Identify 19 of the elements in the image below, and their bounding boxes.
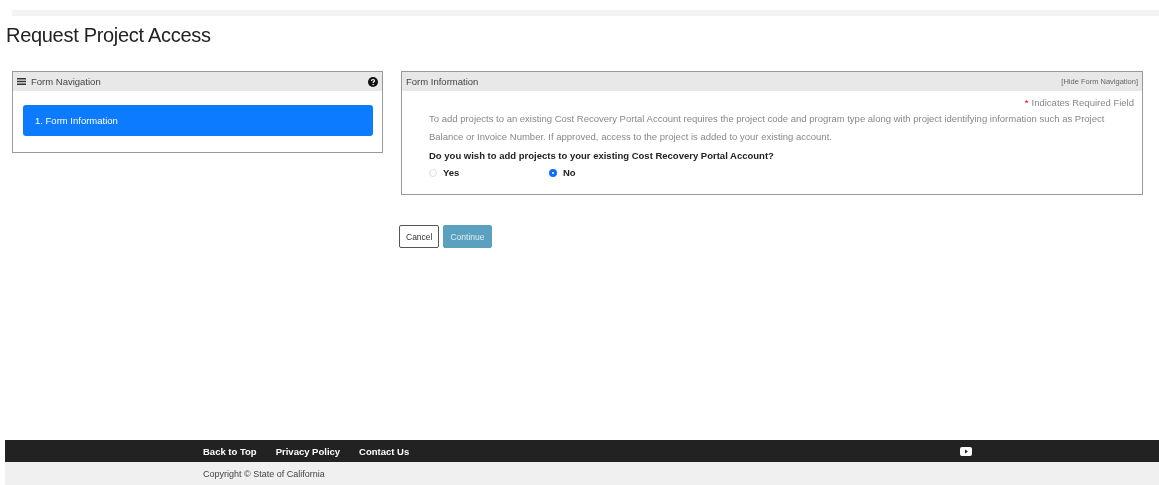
panel-title: Form Navigation — [31, 76, 102, 87]
youtube-icon[interactable] — [960, 446, 973, 456]
cancel-button[interactable]: Cancel — [399, 225, 440, 248]
required-marker: * — [1024, 97, 1029, 108]
required-note: Indicates Required Field — [1031, 97, 1134, 108]
panel-title: Form Information — [406, 76, 480, 87]
radio-button[interactable] — [549, 168, 557, 177]
footer-link[interactable]: Privacy Policy — [275, 445, 341, 457]
footer-link[interactable]: Contact Us — [359, 445, 410, 457]
copyright-text: Copyright © State of California — [203, 468, 325, 479]
nav-item[interactable]: 1. Form Information — [23, 105, 373, 136]
description-text: To add projects to an existing Cost Recovery Portal Account requires the project code and program type along with project identifying information such as Project Balance or Invoice Number. If approved, access to the project is added to your existing account. — [429, 112, 1106, 144]
help-icon[interactable] — [368, 76, 378, 87]
page-title: Request Project Access — [6, 24, 212, 47]
footer-link[interactable]: Back to Top — [203, 445, 257, 457]
radio-option[interactable]: Yes — [429, 167, 549, 178]
question-text: Do you wish to add projects to your existing Cost Recovery Portal Account? — [429, 150, 775, 161]
radio-option[interactable]: No — [549, 167, 669, 178]
menu-icon — [17, 78, 26, 85]
